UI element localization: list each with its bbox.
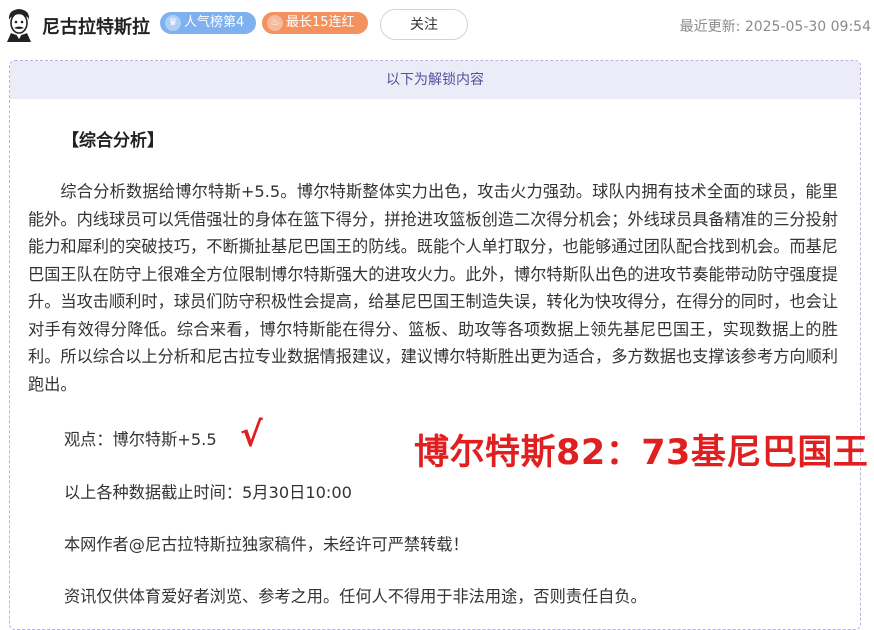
last-updated-label: 最近更新: [679,19,741,35]
last-updated-time: 2025-05-30 09:54 [744,19,871,35]
viewpoint-text: 观点：博尔特斯+5.5 [64,430,217,449]
follow-button[interactable]: 关注 [380,9,468,40]
check-mark-icon: √ [240,415,263,455]
data-deadline-text: 以上各种数据截止时间：5月30日10:00 [64,483,352,502]
analysis-paragraph: 综合分析数据给博尔特斯+5.5。博尔特斯整体实力出色，攻击火力强劲。球队内拥有技… [28,182,838,394]
popularity-rank-badge: ♛ 人气榜第4 [160,12,256,34]
unlock-notice: 以下为解锁内容 [10,61,860,99]
section-title: 【综合分析】 [62,131,164,151]
author-avatar[interactable] [2,6,36,42]
win-streak-badge: ♨ 最长15连红 [262,12,368,34]
author-name[interactable]: 尼古拉特斯拉 [42,13,150,39]
popularity-rank-label: 人气榜第4 [184,15,245,30]
win-streak-label: 最长15连红 [286,15,355,30]
last-updated: 最近更新: 2025-05-30 09:54 [680,16,871,36]
final-score-stamp: 博尔特斯82：73基尼巴国王 [414,433,869,473]
disclaimer-text: 资讯仅供体育爱好者浏览、参考之用。任何人不得用于非法用途，否则责任自负。 [64,587,647,606]
tesla-portrait-icon [7,9,31,42]
article-header: 尼古拉特斯拉 ♛ 人气榜第4 ♨ 最长15连红 关注 最近更新: 2025-05… [0,0,874,52]
flame-icon: ♨ [267,15,283,31]
copyright-notice: 本网作者@尼古拉特斯拉独家稿件，未经许可严禁转载！ [64,535,469,554]
crown-icon: ♛ [165,15,181,31]
